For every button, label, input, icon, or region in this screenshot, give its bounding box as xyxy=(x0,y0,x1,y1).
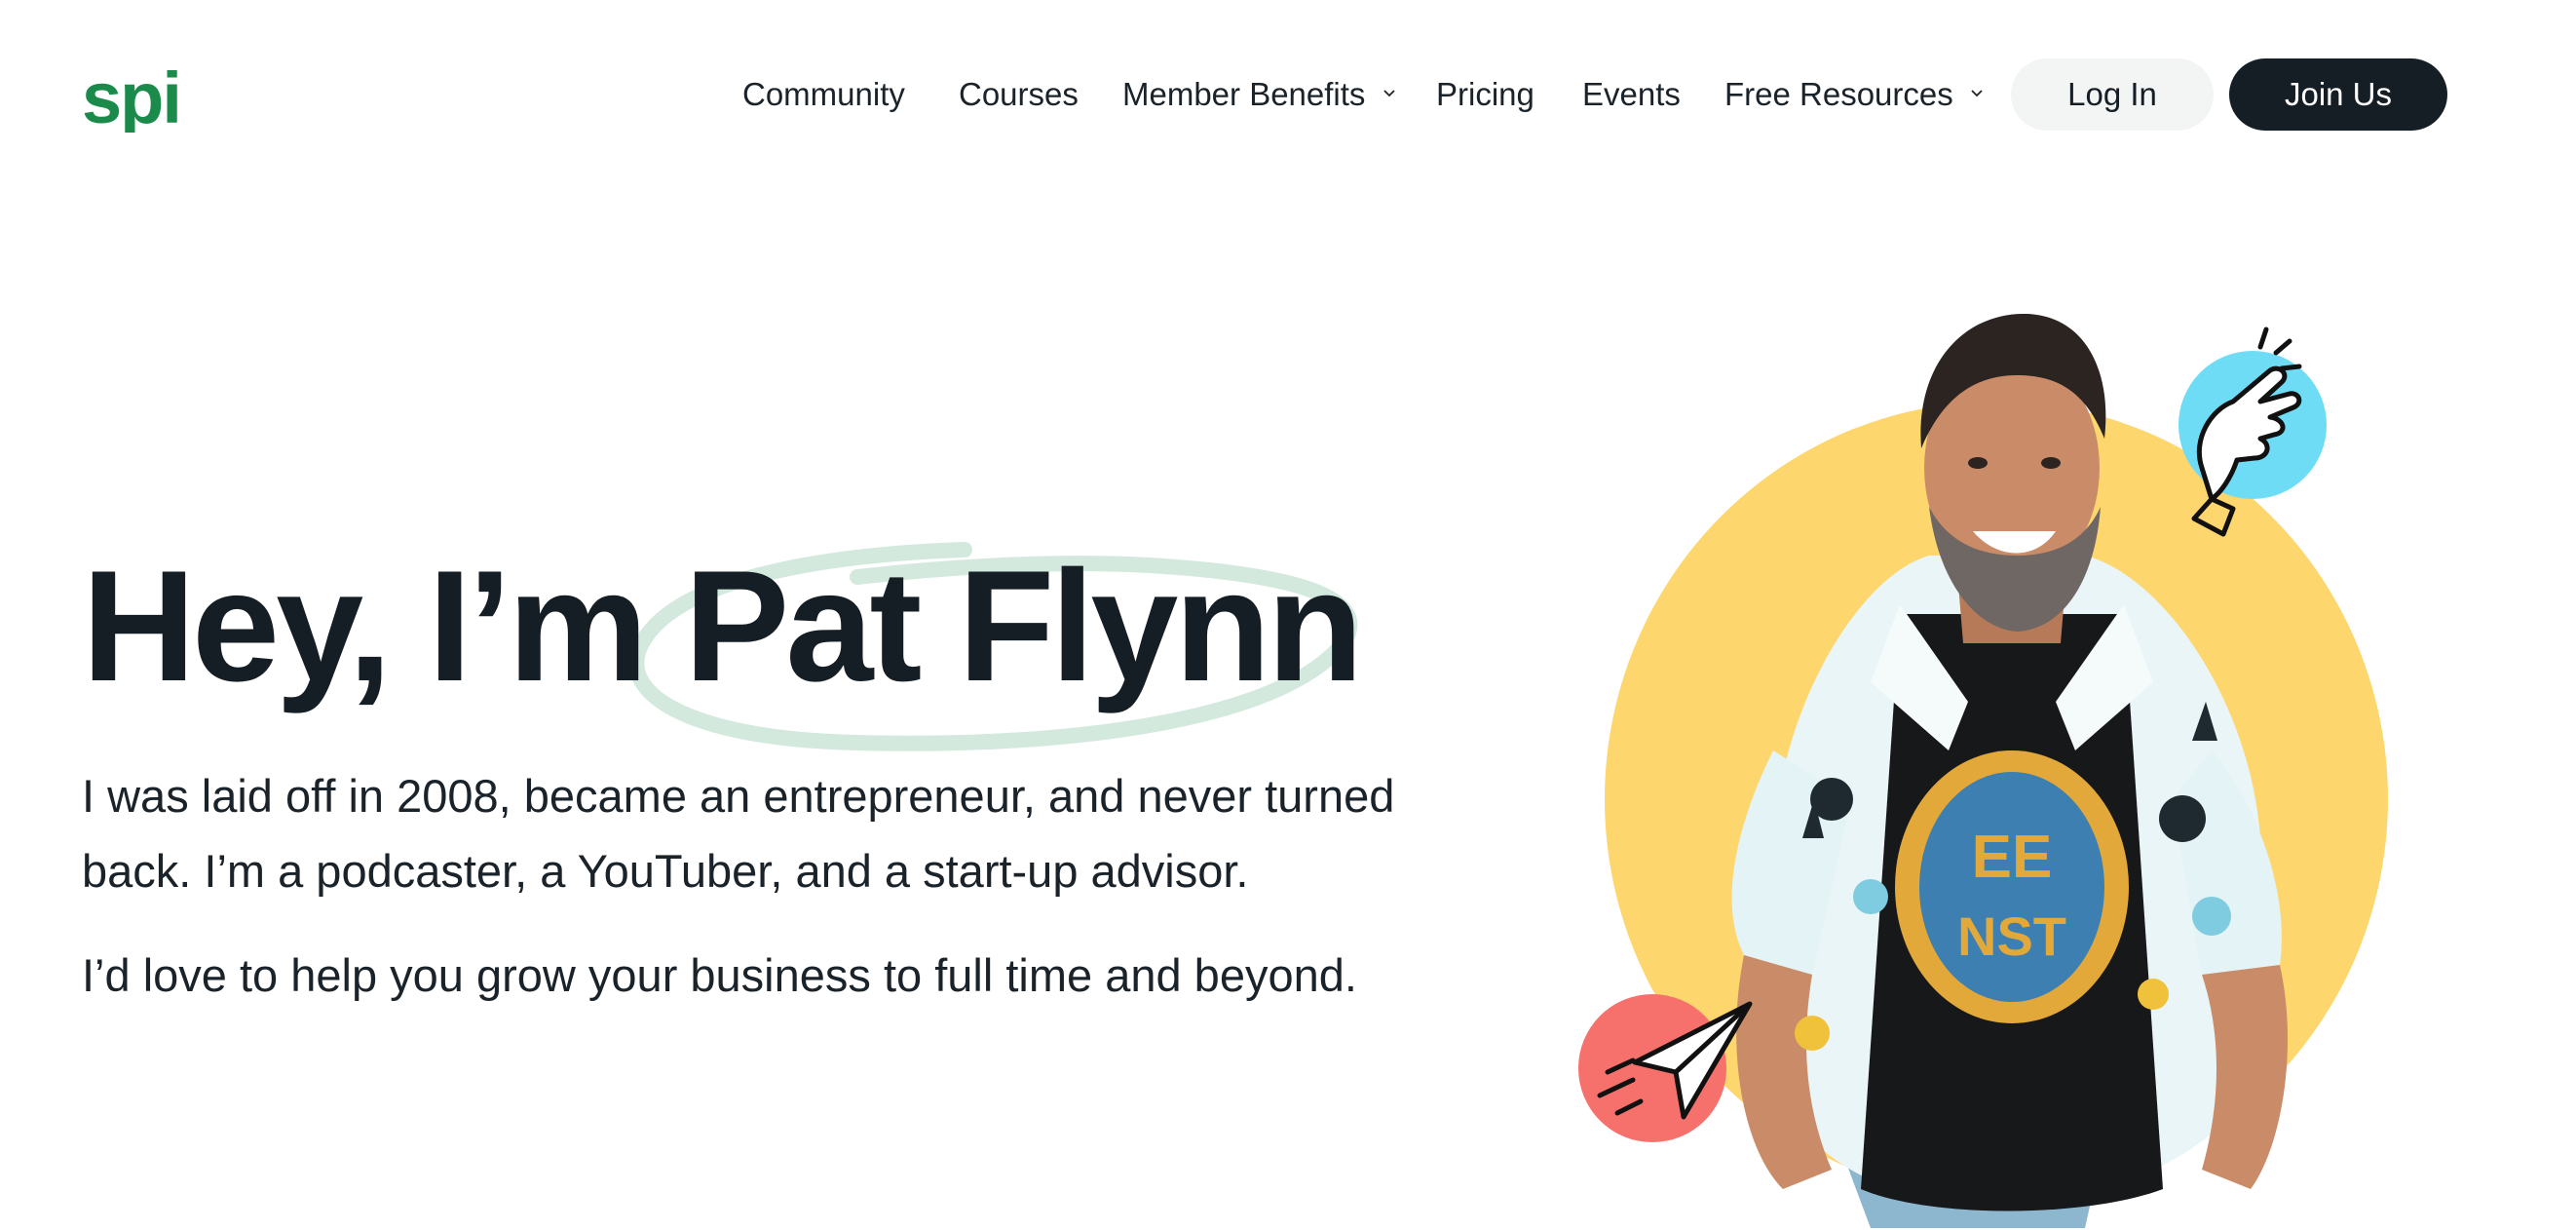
nav-pricing[interactable]: Pricing xyxy=(1436,58,1534,131)
nav-free-resources[interactable]: Free Resources xyxy=(1724,58,1984,131)
nav-courses[interactable]: Courses xyxy=(959,58,1079,131)
hero-intro-paragraph: I was laid off in 2008, became an entrep… xyxy=(82,770,1395,897)
svg-text:EE: EE xyxy=(1972,824,2053,891)
nav-community[interactable]: Community xyxy=(742,58,905,131)
hero-title: Hey, I’m Pat Flynn xyxy=(82,538,1363,714)
hero-cta-paragraph: I’d love to help you grow your business … xyxy=(82,949,1357,1001)
chevron-down-icon xyxy=(1383,90,1395,97)
svg-text:NST: NST xyxy=(1957,905,2066,967)
nav-community-label: Community xyxy=(742,76,905,112)
nav-pricing-label: Pricing xyxy=(1436,76,1534,112)
portrait-illustration: EE NST xyxy=(1578,313,2388,1228)
nav-member-benefits[interactable]: Member Benefits xyxy=(1122,58,1396,131)
join-us-button[interactable]: Join Us xyxy=(2229,58,2447,131)
nav-events-label: Events xyxy=(1582,76,1681,112)
join-us-button-label: Join Us xyxy=(2284,76,2393,112)
chevron-down-icon xyxy=(1971,90,1983,97)
nav-free-resources-label: Free Resources xyxy=(1724,76,1953,112)
nav-member-benefits-label: Member Benefits xyxy=(1122,76,1366,112)
nav-courses-label: Courses xyxy=(959,76,1079,112)
nav-events[interactable]: Events xyxy=(1582,58,1681,131)
paper-plane-icon xyxy=(1578,994,1753,1142)
login-button-label: Log In xyxy=(2067,76,2157,112)
login-button[interactable]: Log In xyxy=(2011,58,2214,131)
